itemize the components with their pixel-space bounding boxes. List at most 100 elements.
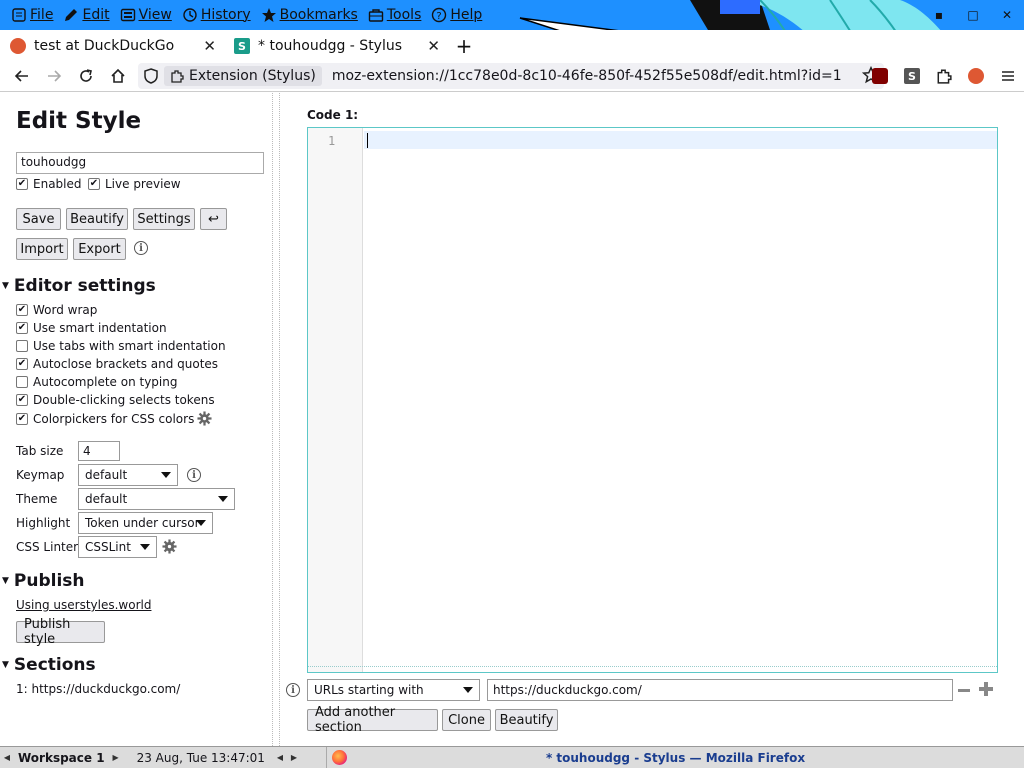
editor-setting-row[interactable]: ✔ Colorpickers for CSS colors: [16, 411, 212, 426]
home-button[interactable]: [102, 61, 134, 91]
settings-button[interactable]: Settings: [133, 208, 195, 230]
setting-checkbox[interactable]: ✔: [16, 394, 28, 406]
editor-setting-row[interactable]: ✔ Autoclose brackets and quotes: [16, 357, 218, 371]
css-linter-select[interactable]: CSSLint: [78, 536, 157, 558]
file-icon: [12, 8, 26, 22]
extension-identity-chip[interactable]: Extension (Stylus): [164, 66, 322, 86]
panel-resize-divider[interactable]: [272, 93, 280, 746]
userstyles-world-link[interactable]: Using userstyles.world: [16, 598, 151, 612]
taskbar-window-button[interactable]: * touhoudgg - Stylus — Mozilla Firefox: [326, 747, 1024, 768]
keymap-select[interactable]: default: [78, 464, 178, 486]
tab-stylus[interactable]: S * touhoudgg - Stylus ✕: [226, 32, 448, 60]
setting-checkbox[interactable]: [16, 376, 28, 388]
extensions-puzzle-icon[interactable]: [928, 61, 960, 91]
publish-title: Publish: [13, 571, 85, 591]
highlight-select[interactable]: Token under cursor: [78, 512, 213, 534]
hamburger-menu-icon[interactable]: [992, 61, 1024, 91]
close-tab-icon[interactable]: ✕: [203, 37, 216, 55]
editor-setting-row[interactable]: ✔ Word wrap: [16, 303, 97, 317]
stylus-extension-icon[interactable]: S: [896, 61, 928, 91]
setting-checkbox[interactable]: [16, 340, 28, 352]
disclosure-triangle-icon: ▼: [2, 281, 9, 291]
menu-help[interactable]: ? Help: [426, 0, 487, 30]
editor-resize-edge[interactable]: [308, 666, 997, 669]
applies-to-type-select[interactable]: URLs starting with: [307, 679, 480, 701]
setting-checkbox[interactable]: ✔: [16, 358, 28, 370]
save-button[interactable]: Save: [16, 208, 61, 230]
undo-button[interactable]: ↩: [200, 208, 227, 230]
keymap-info-icon[interactable]: i: [187, 468, 201, 482]
setting-label: Autoclose brackets and quotes: [33, 357, 219, 371]
workspace-prev-icon[interactable]: ◀: [0, 753, 14, 762]
tab-duckduckgo[interactable]: test at DuckDuckGo ✕: [2, 32, 224, 60]
linter-gear-icon[interactable]: [162, 539, 177, 554]
close-window-icon[interactable]: ✕: [990, 0, 1024, 30]
editor-setting-row[interactable]: ✔ Double-clicking selects tokens: [16, 393, 215, 407]
forward-button[interactable]: [38, 61, 70, 91]
menu-edit[interactable]: Edit: [58, 0, 114, 30]
import-button[interactable]: Import: [16, 238, 68, 260]
editor-setting-row[interactable]: Use tabs with smart indentation: [16, 339, 226, 353]
theme-select[interactable]: default: [78, 488, 235, 510]
setting-checkbox[interactable]: ✔: [16, 304, 28, 316]
publish-heading[interactable]: ▼ Publish: [2, 571, 85, 591]
tab-size-input[interactable]: 4: [78, 441, 120, 461]
reload-button[interactable]: [70, 61, 102, 91]
setting-label: Use smart indentation: [33, 321, 167, 335]
info-icon[interactable]: i: [134, 241, 148, 255]
maximize-icon[interactable]: □: [956, 0, 990, 30]
editor-setting-row[interactable]: Autocomplete on typing: [16, 375, 177, 389]
menu-tools[interactable]: Tools: [363, 0, 427, 30]
back-button[interactable]: [6, 61, 38, 91]
setting-checkbox[interactable]: ✔: [16, 412, 28, 425]
add-applies-to-button[interactable]: [979, 682, 993, 696]
setting-label: Double-clicking selects tokens: [33, 393, 215, 407]
editor-setting-row[interactable]: ✔ Use smart indentation: [16, 321, 167, 335]
pencil-icon: [65, 9, 78, 21]
tab-strip: test at DuckDuckGo ✕ S * touhoudgg - Sty…: [0, 30, 1024, 60]
editor-settings-heading[interactable]: ▼ Editor settings: [2, 276, 156, 296]
task-prev-icon[interactable]: ◀: [273, 753, 287, 762]
url-bar[interactable]: Extension (Stylus) moz-extension://1cc78…: [138, 63, 884, 89]
highlight-value: Token under cursor: [85, 516, 200, 530]
publish-style-button[interactable]: Publish style: [16, 617, 105, 647]
colorpicker-gear-icon[interactable]: [197, 411, 212, 426]
shield-icon[interactable]: [144, 68, 158, 84]
beautify-button[interactable]: Beautify: [66, 208, 128, 230]
setting-checkbox[interactable]: ✔: [16, 322, 28, 334]
menu-view[interactable]: View: [115, 0, 177, 30]
sections-heading[interactable]: ▼ Sections: [2, 655, 96, 675]
view-icon: [120, 8, 135, 22]
remove-applies-to-button[interactable]: [958, 689, 970, 692]
live-preview-checkbox-row[interactable]: ✔ Live preview: [88, 177, 181, 191]
section-list-item[interactable]: 1: https://duckduckgo.com/: [16, 682, 180, 696]
menu-tools-label: Tools: [386, 7, 422, 23]
section-beautify-button[interactable]: Beautify: [495, 709, 558, 731]
menu-history[interactable]: History: [177, 0, 256, 30]
menu-bookmarks[interactable]: Bookmarks: [256, 0, 363, 30]
clone-button[interactable]: Clone: [442, 709, 491, 731]
applies-to-info-icon[interactable]: i: [286, 683, 300, 697]
live-preview-checkbox[interactable]: ✔: [88, 178, 100, 190]
menu-file[interactable]: File: [6, 0, 58, 30]
code-editor[interactable]: 1: [307, 127, 998, 673]
new-tab-button[interactable]: +: [452, 32, 476, 60]
enabled-checkbox-row[interactable]: ✔ Enabled: [16, 177, 82, 191]
add-another-section-button[interactable]: Add another section: [307, 705, 438, 735]
style-name-input[interactable]: touhoudgg: [16, 152, 264, 174]
duckduckgo-icon: [10, 38, 26, 54]
toolbar-extensions: S: [864, 60, 1024, 92]
navigation-toolbar: Extension (Stylus) moz-extension://1cc78…: [0, 60, 1024, 92]
close-tab-icon[interactable]: ✕: [427, 37, 440, 55]
enabled-checkbox[interactable]: ✔: [16, 178, 28, 190]
workspace-next-icon[interactable]: ▶: [109, 753, 123, 762]
ublock-icon[interactable]: [864, 61, 896, 91]
duckduckgo-extension-icon[interactable]: [960, 61, 992, 91]
disclosure-triangle-icon: ▼: [2, 576, 9, 586]
minimize-icon[interactable]: ▪: [922, 0, 956, 30]
workspace-label[interactable]: Workspace 1: [14, 751, 109, 765]
applies-to-value-input[interactable]: https://duckduckgo.com/: [487, 679, 953, 701]
task-next-icon[interactable]: ▶: [287, 753, 301, 762]
export-button[interactable]: Export: [73, 238, 126, 260]
menu-history-label: History: [200, 7, 251, 23]
